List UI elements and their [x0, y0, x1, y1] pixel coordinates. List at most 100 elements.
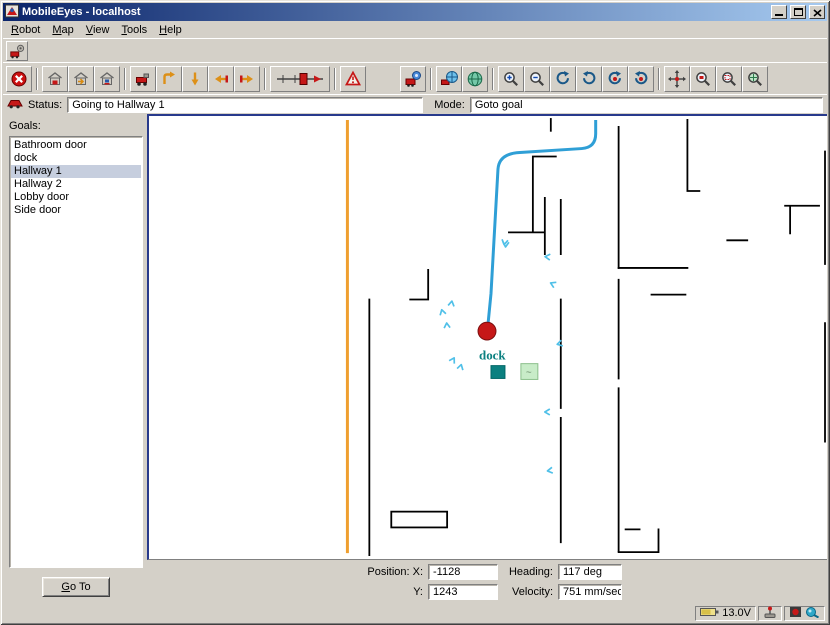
zoom-out-button[interactable]: [524, 65, 550, 92]
rotate-ccw-button[interactable]: [576, 65, 602, 92]
goals-panel: Goals: Bathroom door dock Hallway 1 Hallway…: [3, 114, 147, 604]
toolbar-separator: [430, 67, 432, 90]
robot-path-line: [486, 119, 598, 325]
close-icon: [812, 5, 822, 20]
battery-icon: [700, 607, 719, 620]
dock-retrieve-button[interactable]: [68, 65, 94, 92]
goal-item-hallway-2[interactable]: Hallway 2: [11, 178, 141, 191]
menu-view[interactable]: View: [80, 23, 116, 37]
close-button[interactable]: [809, 5, 825, 19]
dock-station-button[interactable]: [94, 65, 120, 92]
joystick-icon: [763, 606, 777, 621]
zoom-to-robot-button[interactable]: [690, 65, 716, 92]
stop-icon: [10, 70, 28, 88]
menu-robot[interactable]: Robot: [5, 23, 46, 37]
turn-right-icon: [238, 70, 256, 88]
mode-value: Goto goal: [474, 98, 523, 111]
goal-item-lobby-door[interactable]: Lobby door: [11, 191, 141, 204]
devices-cell: [784, 605, 825, 621]
vision-icon: [805, 606, 820, 621]
rotate-cw-button[interactable]: [550, 65, 576, 92]
main-content: Goals: Bathroom door dock Hallway 1 Hallway…: [3, 114, 827, 604]
position-x-value: -1128: [433, 565, 461, 578]
velocity-field[interactable]: 751 mm/sec: [558, 583, 622, 600]
dock-marker: [490, 365, 506, 379]
drive-robot-button[interactable]: [130, 65, 156, 92]
estop-icon: [789, 606, 802, 621]
robot-setup-icon: [9, 43, 25, 59]
goals-list[interactable]: Bathroom door dock Hallway 1 Hallway 2 Lobby…: [9, 136, 143, 568]
map-canvas[interactable]: dock ~: [149, 116, 827, 559]
map-area[interactable]: dock ~: [147, 114, 827, 560]
toolbar-separator: [124, 67, 126, 90]
goal-item-bathroom-door[interactable]: Bathroom door: [11, 139, 141, 152]
goal-item-dock[interactable]: dock: [11, 152, 141, 165]
orbit-cw-button[interactable]: [602, 65, 628, 92]
zoom-in-button[interactable]: [498, 65, 524, 92]
alarm-button[interactable]: [340, 65, 366, 92]
turn-upleft-button[interactable]: [156, 65, 182, 92]
zoom-out-icon: [528, 70, 546, 88]
goal-item-side-door[interactable]: Side door: [11, 204, 141, 217]
zoom-to-fit-icon: [746, 70, 764, 88]
center-on-robot-icon: [668, 69, 686, 88]
robot-setup-button[interactable]: [6, 40, 28, 61]
go-to-button[interactable]: Go To: [42, 577, 110, 597]
toolbar-top-group: [6, 40, 28, 61]
maximize-button[interactable]: [790, 5, 806, 19]
titlebar[interactable]: MobileEyes - localhost: [3, 3, 827, 21]
mode-value-field[interactable]: Goto goal: [469, 96, 823, 113]
status-value-field[interactable]: Going to Hallway 1: [67, 96, 424, 113]
turn-left-button[interactable]: [208, 65, 234, 92]
dock-retrieve-icon: [72, 70, 90, 88]
robot-globe-button[interactable]: [436, 65, 462, 92]
toolbar-robot-group: [6, 65, 366, 92]
turn-down-button[interactable]: [182, 65, 208, 92]
zoom-to-robot-icon: [694, 70, 712, 88]
y-value: 1243: [433, 585, 458, 598]
y-field[interactable]: 1243: [428, 583, 498, 600]
turn-down-icon: [186, 70, 204, 88]
toolbar-separator: [334, 67, 336, 90]
alarm-icon: [344, 70, 362, 88]
map-column: dock ~ Position: X: -1128 Heading: 117 d…: [147, 114, 827, 604]
turn-left-icon: [212, 70, 230, 88]
velocity-label: Velocity:: [512, 585, 553, 598]
globe-icon: [466, 70, 484, 88]
orbit-ccw-button[interactable]: [628, 65, 654, 92]
turn-right-button[interactable]: [234, 65, 260, 92]
orbit-cw-icon: [606, 70, 624, 88]
remote-camera-button[interactable]: [400, 65, 426, 92]
toolbar-view-group: [400, 65, 768, 92]
globe-button[interactable]: [462, 65, 488, 92]
robot-globe-icon: [440, 70, 458, 88]
status-value: Going to Hallway 1: [72, 98, 165, 111]
speed-slider-button[interactable]: [270, 65, 330, 92]
toolbar-separator: [658, 67, 660, 90]
menu-map[interactable]: Map: [46, 23, 79, 37]
stop-button[interactable]: [6, 65, 32, 92]
joystick-cell: [758, 605, 782, 621]
status-label: Status:: [28, 98, 63, 111]
velocity-value: 751 mm/sec: [563, 585, 622, 598]
window-title: MobileEyes - localhost: [22, 6, 141, 18]
minimize-button[interactable]: [771, 5, 787, 19]
zoom-to-region-icon: [720, 70, 738, 88]
zoom-to-region-button[interactable]: [716, 65, 742, 92]
dock-button[interactable]: [42, 65, 68, 92]
heading-value: 117 deg: [563, 565, 602, 578]
maximize-icon: [793, 8, 803, 16]
main-toolbar: [3, 62, 827, 94]
menu-tools[interactable]: Tools: [115, 23, 153, 37]
goal-item-hallway-1[interactable]: Hallway 1: [11, 165, 141, 178]
heading-label: Heading:: [508, 565, 553, 578]
heading-field[interactable]: 117 deg: [558, 563, 622, 580]
zoom-to-fit-button[interactable]: [742, 65, 768, 92]
menu-bar: Robot Map View Tools Help: [3, 21, 827, 38]
position-x-field[interactable]: -1128: [428, 563, 498, 580]
rotate-cw-icon: [554, 70, 572, 88]
status-row: Status: Going to Hallway 1 Mode: Goto go…: [3, 94, 827, 114]
center-on-robot-button[interactable]: [664, 65, 690, 92]
dock-station-icon: [98, 70, 116, 88]
menu-help[interactable]: Help: [153, 23, 188, 37]
